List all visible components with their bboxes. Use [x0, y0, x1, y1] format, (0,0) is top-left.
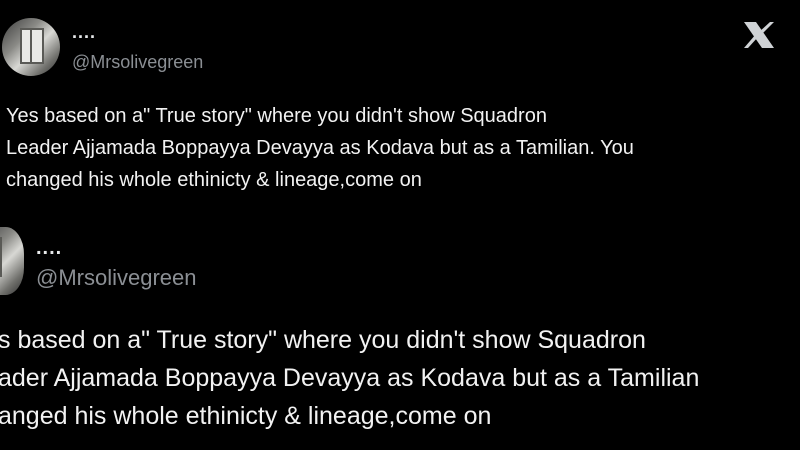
tweet-text: s based on a" True story" where you didn…: [0, 321, 800, 435]
user-handle: @Mrsolivegreen: [36, 265, 197, 290]
display-name: ....: [36, 237, 63, 259]
zoomed-tweet-card: .... @Mrsolivegreen s based on a" True s…: [0, 225, 800, 450]
avatar-window-image: [20, 28, 44, 64]
tweet-text-line: s based on a" True story" where you didn…: [0, 326, 646, 354]
tweet-text: Yes based on a" True story" where you di…: [6, 100, 796, 196]
avatar-window-pane: [30, 28, 32, 64]
tweet-card[interactable]: .... @Mrsolivegreen Yes based on a" True…: [0, 0, 800, 225]
avatar: [0, 227, 24, 295]
user-handle[interactable]: @Mrsolivegreen: [72, 52, 203, 73]
tweet-text-line: ader Ajjamada Boppayya Devayya as Kodava…: [0, 364, 700, 392]
tweet-text-line: Leader Ajjamada Boppayya Devayya as Koda…: [6, 137, 634, 159]
display-name[interactable]: ....: [72, 22, 96, 43]
tweet-text-line: anged his whole ethinicty & lineage,come…: [0, 402, 492, 430]
tweet-text-line: changed his whole ethinicty & lineage,co…: [6, 169, 422, 191]
avatar[interactable]: [2, 18, 60, 76]
tweet-text-line: Yes based on a" True story" where you di…: [6, 105, 547, 127]
x-logo-icon: [742, 20, 776, 57]
avatar-window-image: [0, 237, 2, 277]
